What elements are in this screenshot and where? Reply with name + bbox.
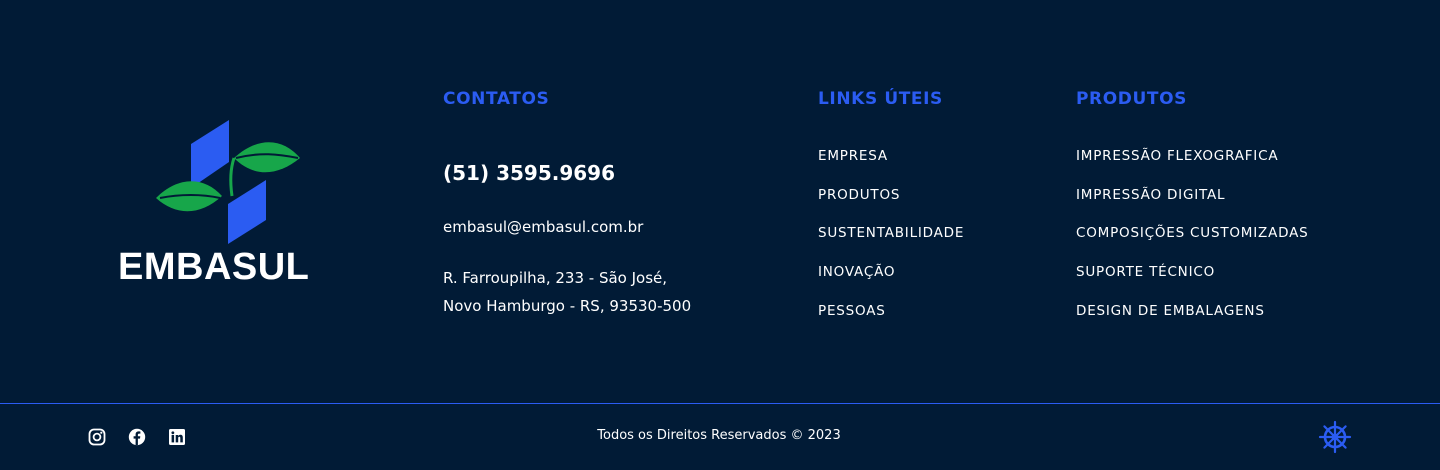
copyright-text: Todos os Direitos Reservados © 2023 (0, 427, 1440, 445)
ship-wheel-icon[interactable] (1318, 420, 1352, 454)
phone-link[interactable]: (51) 3595.9696 (443, 160, 615, 186)
link-impressao-flexografica[interactable]: IMPRESSÃO FLEXOGRAFICA (1076, 147, 1308, 186)
footer-divider (0, 403, 1440, 404)
link-produtos[interactable]: PRODUTOS (818, 186, 964, 225)
logo-mark-icon (156, 120, 300, 244)
link-sustentabilidade[interactable]: SUSTENTABILIDADE (818, 224, 964, 263)
address-line-1: R. Farroupilha, 233 - São José, (443, 269, 668, 287)
products-section: PRODUTOS IMPRESSÃO FLEXOGRAFICA IMPRESSÃ… (1076, 88, 1308, 319)
copyright-label: Todos os Direitos Reservados © 2023 (597, 428, 841, 443)
contacts-section: CONTATOS (51) 3595.9696 embasul@embasul.… (443, 88, 691, 315)
link-impressao-digital[interactable]: IMPRESSÃO DIGITAL (1076, 186, 1308, 225)
link-suporte-tecnico[interactable]: SUPORTE TÉCNICO (1076, 263, 1308, 302)
link-empresa[interactable]: EMPRESA (818, 147, 964, 186)
link-inovacao[interactable]: INOVAÇÃO (818, 263, 964, 302)
useful-links-section: LINKS ÚTEIS EMPRESA PRODUTOS SUSTENTABIL… (818, 88, 963, 319)
link-design-de-embalagens[interactable]: DESIGN DE EMBALAGENS (1076, 302, 1308, 341)
embasul-logo[interactable]: EMBASUL (118, 118, 340, 288)
brand-name: EMBASUL (118, 246, 310, 288)
email-link[interactable]: embasul@embasul.com.br (443, 217, 643, 237)
useful-links-list: EMPRESA PRODUTOS SUSTENTABILIDADE INOVAÇ… (818, 147, 964, 340)
contacts-title: CONTATOS (443, 89, 550, 109)
address-line-2: Novo Hamburgo - RS, 93530-500 (443, 297, 692, 315)
link-composicoes-customizadas[interactable]: COMPOSIÇÕES CUSTOMIZADAS (1076, 224, 1308, 263)
link-pessoas[interactable]: PESSOAS (818, 302, 964, 341)
address: R. Farroupilha, 233 - São José, Novo Ham… (443, 264, 691, 320)
useful-links-title: LINKS ÚTEIS (818, 89, 943, 109)
products-list: IMPRESSÃO FLEXOGRAFICA IMPRESSÃO DIGITAL… (1076, 147, 1308, 340)
products-title: PRODUTOS (1076, 89, 1188, 109)
